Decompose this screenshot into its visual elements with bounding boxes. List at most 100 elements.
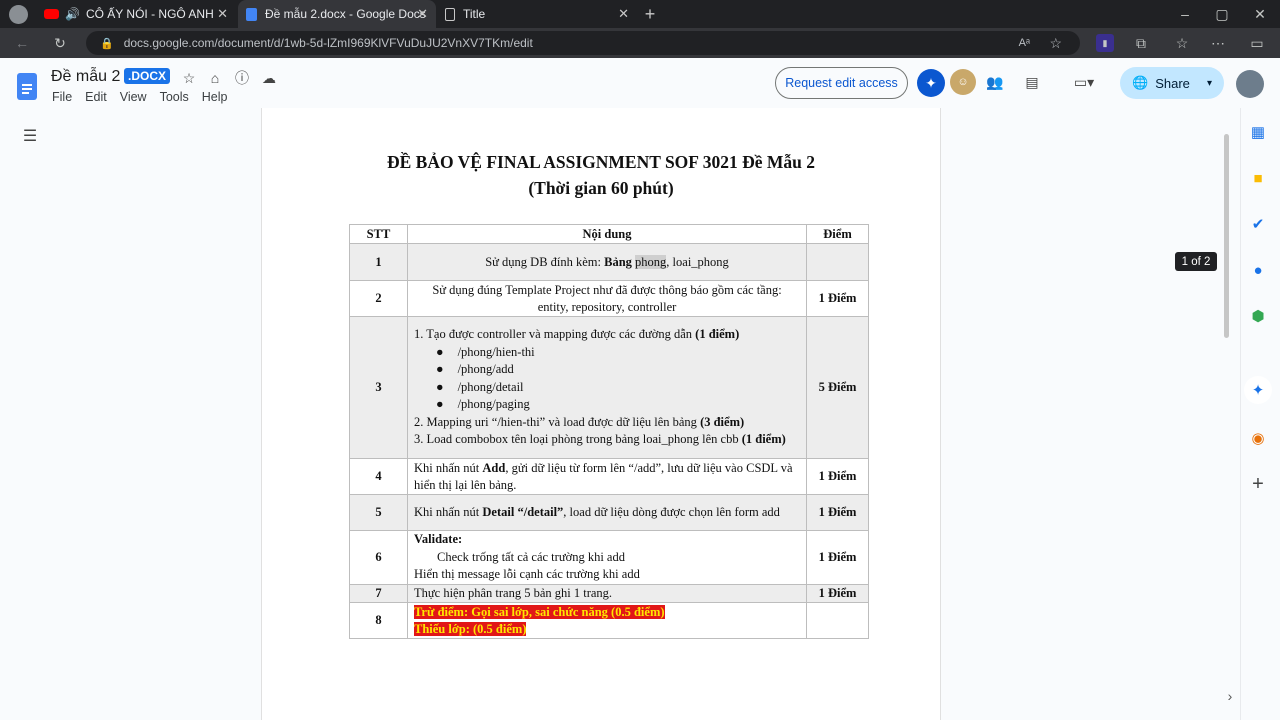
row-text: Khi nhấn nút xyxy=(414,505,483,519)
maps-icon[interactable]: ⬢ xyxy=(1244,302,1272,330)
row-text: , load dữ liệu dòng được chọn lên form a… xyxy=(563,505,780,519)
tasks-icon[interactable]: ✔ xyxy=(1244,210,1272,238)
close-tab-icon[interactable]: ✕ xyxy=(217,6,228,22)
row-text: entity, repository, controller xyxy=(537,299,677,314)
bullet-item: ●/phong/add xyxy=(436,362,514,377)
expand-arrow-icon[interactable]: › xyxy=(1222,688,1238,704)
row-stt: 1 xyxy=(349,243,408,281)
table-header-row: STT Nội dung Điểm xyxy=(349,224,869,244)
tab-youtube[interactable]: 🔊 CÔ ẤY NÓI - NGÔ ANH ĐẠ ✕ xyxy=(36,0,236,28)
gemini-icon[interactable]: ✦ xyxy=(917,69,945,97)
row-content: Khi nhấn nút Detail “/detail”, load dữ l… xyxy=(407,494,807,531)
bullet-text: /phong/detail xyxy=(457,379,524,394)
favorites-icon[interactable]: ☆ xyxy=(1172,33,1192,53)
read-aloud-icon[interactable]: Aᵃ xyxy=(1019,37,1030,49)
menu-help[interactable]: Help xyxy=(202,90,228,104)
row-content: Trừ điểm: Gọi sai lớp, sai chức năng (0.… xyxy=(407,602,807,639)
request-edit-access-button[interactable]: Request edit access xyxy=(775,67,908,99)
header-points: Điểm xyxy=(806,224,869,244)
add-addon-icon[interactable]: + xyxy=(1244,470,1272,498)
sparkle-icon[interactable]: ✦ xyxy=(1244,376,1272,404)
maximize-icon[interactable]: ▢ xyxy=(1212,4,1232,24)
menu-view[interactable]: View xyxy=(120,90,147,104)
row-points: 1 Điểm xyxy=(806,458,869,495)
new-tab-icon[interactable]: + xyxy=(640,4,660,24)
comments-icon[interactable]: ▤ xyxy=(1021,71,1043,93)
move-icon[interactable]: ⌂ xyxy=(206,69,224,87)
keep-icon[interactable]: ■ xyxy=(1244,164,1272,192)
cloud-status-icon[interactable]: ☁ xyxy=(260,69,278,87)
site-info-icon[interactable]: 🔒 xyxy=(100,37,114,50)
menu-tools[interactable]: Tools xyxy=(160,90,189,104)
docs-logo-icon[interactable] xyxy=(17,73,37,100)
row-content: Sử dụng đúng Template Project như đã đượ… xyxy=(407,280,807,317)
extension-icon[interactable]: ▮ xyxy=(1096,34,1114,52)
user-avatar-icon[interactable]: ☺ xyxy=(950,69,976,95)
row-stt: 5 xyxy=(349,494,408,531)
calendar-icon[interactable]: ▦ xyxy=(1244,118,1272,146)
collaborators-icon[interactable]: 👥 xyxy=(984,71,1006,93)
row-bold-text: Bảng xyxy=(604,254,636,269)
share-label: Share xyxy=(1155,75,1190,91)
profile-avatar[interactable] xyxy=(9,5,28,24)
row-points: 5 Điểm xyxy=(806,316,869,459)
menu-edit[interactable]: Edit xyxy=(85,90,107,104)
row-stt: 7 xyxy=(349,584,408,603)
star-icon[interactable]: ☆ xyxy=(180,69,198,87)
docs-icon xyxy=(246,7,257,21)
chevron-down-icon[interactable]: ▾ xyxy=(1207,78,1212,89)
row-bold-text: Validate: xyxy=(414,532,463,547)
back-icon[interactable]: ← xyxy=(12,33,32,53)
table-row: 7 Thực hiện phân trang 5 bản ghi 1 trang… xyxy=(349,584,869,603)
close-tab-icon[interactable]: ✕ xyxy=(417,6,428,22)
page-icon xyxy=(445,7,455,21)
document-title-line1: ĐỀ BẢO VỆ FINAL ASSIGNMENT SOF 3021 Đề M… xyxy=(386,152,815,172)
star-icon[interactable]: ☆ xyxy=(1049,35,1062,52)
tab-title-page[interactable]: Title ✕ xyxy=(437,0,637,28)
row-stt: 4 xyxy=(349,458,408,495)
row-bold-text: Add xyxy=(482,460,506,475)
reload-icon[interactable]: ↻ xyxy=(50,33,70,53)
row-stt: 3 xyxy=(349,316,408,459)
row-content: Validate: Check trống tất cả các trường k… xyxy=(407,530,807,585)
row-stt: 6 xyxy=(349,530,408,585)
share-button[interactable]: 🌐 Share ▾ xyxy=(1120,67,1224,99)
globe-icon: 🌐 xyxy=(1132,75,1149,90)
row-stt: 2 xyxy=(349,280,408,317)
row-text: 3. Load combobox tên loại phòng trong bả… xyxy=(414,432,742,447)
highlighted-text: Trừ điểm: Gọi sai lớp, sai chức năng (0.… xyxy=(414,604,665,619)
row-stt: 8 xyxy=(349,602,408,639)
contacts-icon[interactable]: ● xyxy=(1244,256,1272,284)
info-icon[interactable]: ⓘ xyxy=(233,69,251,87)
bullet-item: ●/phong/hien-thi xyxy=(436,344,535,359)
office-icon[interactable]: ◉ xyxy=(1244,424,1272,452)
table-row: 2 Sử dụng đúng Template Project như đã đ… xyxy=(349,280,869,317)
document-title[interactable]: Đề mẫu 2 xyxy=(51,68,120,86)
tab-google-docs[interactable]: Đề mẫu 2.docx - Google Docs ✕ xyxy=(238,0,436,28)
row-bold-text: Detail “/detail” xyxy=(482,505,564,519)
selected-text: phong xyxy=(635,254,667,269)
more-menu-icon[interactable]: ⋯ xyxy=(1208,33,1228,53)
meet-icon[interactable]: ▭▾ xyxy=(1066,71,1102,93)
document-title-line2: (Thời gian 60 phút) xyxy=(528,178,674,198)
row-text: Sử dụng đúng Template Project như đã đượ… xyxy=(432,282,782,297)
close-window-icon[interactable]: ✕ xyxy=(1250,4,1270,24)
sidebar-toggle-icon[interactable]: ▭ xyxy=(1247,33,1267,53)
page-indicator: 1 of 2 xyxy=(1175,252,1217,271)
table-row: 8 Trừ điểm: Gọi sai lớp, sai chức năng (… xyxy=(349,602,869,639)
menu-file[interactable]: File xyxy=(52,90,72,104)
row-text: 1. Tạo được controller và mapping được c… xyxy=(414,326,696,341)
scrollbar-thumb[interactable] xyxy=(1224,134,1229,338)
extensions-puzzle-icon[interactable]: ⧉ xyxy=(1131,33,1151,53)
outline-icon[interactable]: ☰ xyxy=(20,126,40,146)
close-tab-icon[interactable]: ✕ xyxy=(618,6,629,22)
url-bar[interactable]: 🔒 docs.google.com/document/d/1wb-5d-lZmI… xyxy=(86,31,1080,55)
address-toolbar: ← ↻ 🔒 docs.google.com/document/d/1wb-5d-… xyxy=(0,28,1280,58)
row-text: Sử dụng DB đính kèm: xyxy=(485,254,605,269)
row-content: Khi nhấn nút Add, gửi dữ liệu từ form lê… xyxy=(407,458,807,495)
table-row: 5 Khi nhấn nút Detail “/detail”, load dữ… xyxy=(349,494,869,531)
account-avatar[interactable] xyxy=(1236,70,1264,98)
speaker-icon[interactable]: 🔊 xyxy=(65,7,80,21)
table-row: 3 1. Tạo được controller và mapping được… xyxy=(349,316,869,459)
minimize-icon[interactable]: – xyxy=(1175,4,1195,24)
